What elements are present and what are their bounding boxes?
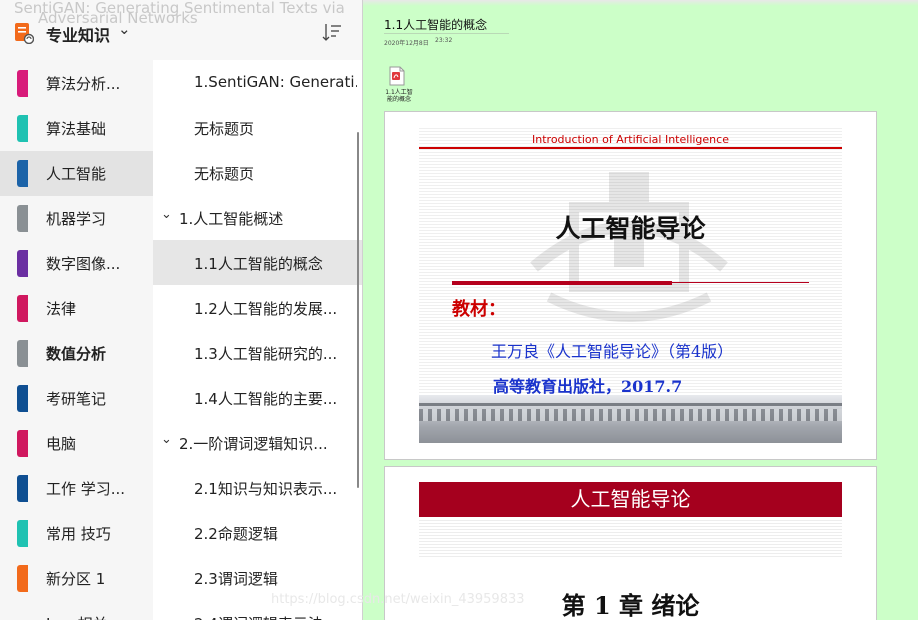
section-label: 算法分析... (46, 75, 121, 93)
section-color-tab (17, 385, 28, 412)
slide-1-header: Introduction of Artificial Intelligence (532, 133, 729, 146)
page-label: 1.SentiGAN: Generati... (194, 73, 357, 91)
slide-1-textbook: 王万良《人工智能导论》（第4版） (491, 342, 734, 361)
page-item[interactable]: ⌄ 1.人工智能概述 (153, 195, 362, 240)
slide-1-header-rule (419, 147, 842, 149)
section-item[interactable]: 新分区 1 (0, 556, 153, 601)
section-label: 考研笔记 (46, 390, 107, 408)
section-item[interactable]: 算法分析... (0, 61, 153, 106)
section-color-tab (17, 430, 28, 457)
chevron-down-icon[interactable]: ⌄ (118, 20, 131, 38)
page-label: 1.1人工智能的概念 (194, 255, 323, 273)
page-label: 无标题页 (194, 120, 255, 138)
section-color-tab (17, 475, 28, 502)
blog-watermark: https://blog.csdn.net/weixin_43959833 (271, 592, 525, 607)
page-item[interactable]: 1.SentiGAN: Generati... (153, 60, 362, 105)
pdf-file-icon[interactable] (389, 66, 405, 86)
section-color-tab (17, 295, 28, 322)
school-emblem-watermark (530, 172, 728, 322)
title-underline (384, 33, 509, 34)
page-label: 2.一阶谓词逻辑知识... (179, 435, 328, 453)
page-list-scrollbar[interactable] (357, 132, 359, 488)
canvas-shadow (363, 0, 918, 6)
attachment-name[interactable]: 1.1人工智能的概念 (383, 89, 415, 103)
section-label: 新分区 1 (46, 570, 106, 588)
section-label: 电脑 (46, 435, 77, 453)
slide-1-label: 教材： (452, 299, 506, 320)
chevron-down-icon[interactable]: ⌄ (161, 207, 172, 222)
section-item[interactable]: 常用 技巧 (0, 511, 153, 556)
page-time: 23:32 (435, 37, 453, 44)
slide-1-content: Introduction of Artificial Intelligence … (419, 127, 842, 443)
section-label: 常用 技巧 (46, 525, 111, 543)
page-item[interactable]: 2.1知识与知识表示... (153, 465, 362, 510)
section-color-tab (17, 250, 28, 277)
notebook-icon[interactable] (14, 22, 34, 44)
page-label: 2.1知识与知识表示... (194, 480, 338, 498)
section-color-tab (17, 565, 28, 592)
page-label: 2.3谓词逻辑 (194, 570, 278, 588)
page-label: 1.人工智能概述 (179, 210, 284, 228)
section-label: 机器学习 (46, 210, 107, 228)
notebook-title[interactable]: 专业知识 (46, 22, 110, 46)
section-color-tab (17, 160, 28, 187)
chevron-right-icon[interactable]: › (18, 617, 23, 620)
chevron-down-icon[interactable]: ⌄ (161, 432, 172, 447)
section-label: 工作 学习... (46, 480, 126, 498)
page-title[interactable]: 1.1人工智能的概念 (384, 16, 487, 33)
page-label: 1.3人工智能研究的... (194, 345, 338, 363)
section-color-tab (17, 70, 28, 97)
section-item[interactable]: 工作 学习... (0, 466, 153, 511)
page-list: 1.SentiGAN: Generati... 无标题页 无标题页 ⌄ 1.人工智能概述… (153, 60, 362, 620)
slide-2-banner: 人工智能导论 (419, 482, 842, 517)
section-item[interactable]: 数值分析 (0, 331, 153, 376)
slide-1-bar-thin (672, 282, 809, 283)
slide-1-bar (452, 281, 672, 285)
page-item[interactable]: 1.4人工智能的主要... (153, 375, 362, 420)
page-item[interactable]: 1.2人工智能的发展... (153, 285, 362, 330)
building-photo (419, 395, 842, 443)
section-item[interactable]: 考研笔记 (0, 376, 153, 421)
slide-image-1[interactable]: Introduction of Artificial Intelligence … (384, 111, 877, 460)
section-color-tab (17, 205, 28, 232)
page-canvas[interactable]: 1.1人工智能的概念 2020年12月8日 23:32 1.1人工智能的概念 I… (363, 0, 918, 620)
page-label: 1.4人工智能的主要... (194, 390, 338, 408)
page-label: 1.2人工智能的发展... (194, 300, 338, 318)
page-date: 2020年12月8日 (384, 40, 429, 47)
section-label: 法律 (46, 300, 77, 318)
section-item[interactable]: › Java相关 (0, 601, 153, 620)
section-label: 人工智能 (46, 165, 107, 183)
section-label: 数字图像... (46, 255, 121, 273)
section-item[interactable]: 法律 (0, 286, 153, 331)
page-label: 2.4谓词逻辑表示法 (194, 613, 357, 620)
section-label: 数值分析 (46, 345, 107, 363)
page-item[interactable]: 无标题页 (153, 150, 362, 195)
section-item[interactable]: 机器学习 (0, 196, 153, 241)
slide-1-title: 人工智能导论 (555, 214, 706, 243)
section-color-tab (17, 115, 28, 142)
page-item[interactable]: 无标题页 (153, 105, 362, 150)
section-label: Java相关 (46, 613, 108, 620)
section-item[interactable]: 算法基础 (0, 106, 153, 151)
page-label: 2.2命题逻辑 (194, 525, 278, 543)
page-item[interactable]: ⌄ 2.一阶谓词逻辑知识... (153, 420, 362, 465)
page-item[interactable]: 1.3人工智能研究的... (153, 330, 362, 375)
slide-1-publisher: 高等教育出版社，2017.7 (493, 377, 683, 396)
section-color-tab (17, 520, 28, 547)
section-item[interactable]: 电脑 (0, 421, 153, 466)
sort-icon[interactable] (320, 20, 344, 44)
page-item[interactable]: 1.1人工智能的概念 (153, 240, 362, 285)
section-item[interactable]: 人工智能 (0, 151, 153, 196)
slide-2-stripes (419, 519, 842, 559)
notebook-header: SentiGAN: Generating Sentimental Texts v… (0, 0, 362, 60)
section-label: 算法基础 (46, 120, 107, 138)
section-color-tab (17, 340, 28, 367)
page-item[interactable]: 2.2命题逻辑 (153, 510, 362, 555)
page-label: 无标题页 (194, 165, 255, 183)
section-item[interactable]: 数字图像... (0, 241, 153, 286)
